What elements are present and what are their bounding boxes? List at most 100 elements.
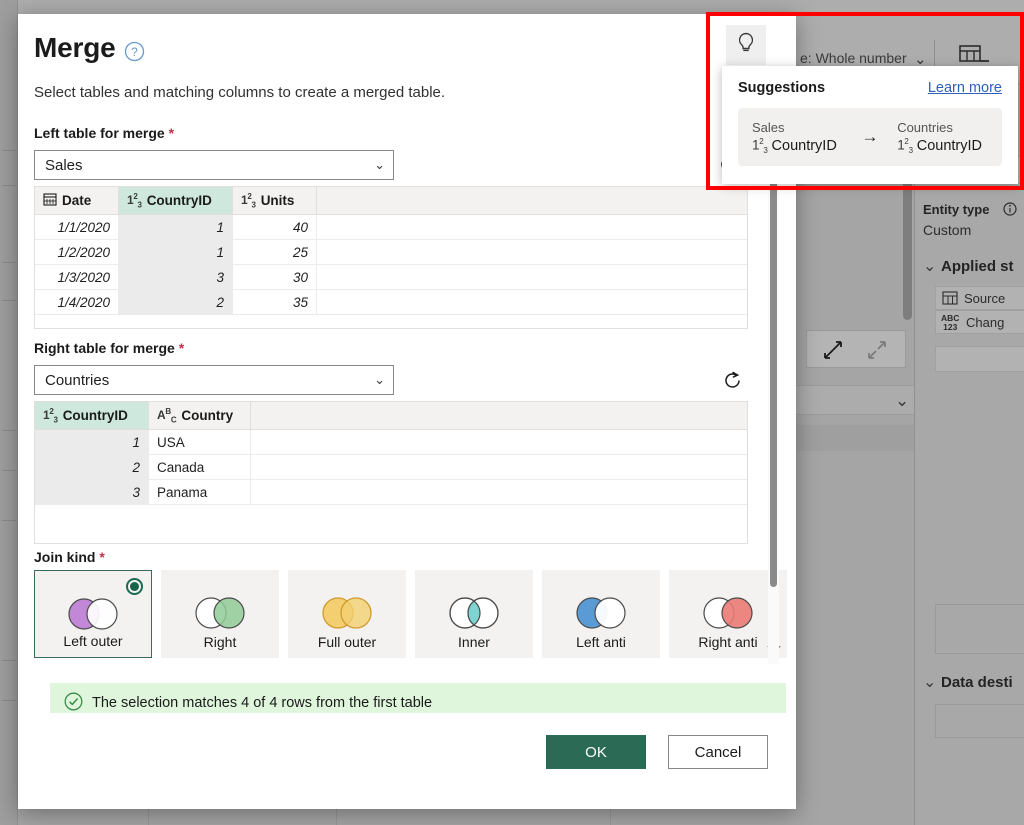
data-destination-collapse-chevron-icon[interactable]: ⌄ (923, 672, 936, 692)
table-row[interactable]: 2 Canada (35, 455, 747, 480)
cell-countryid: 3 (35, 480, 149, 504)
cell-filler (317, 290, 747, 314)
dialog-subtitle: Select tables and matching columns to cr… (34, 84, 445, 101)
status-banner: The selection matches 4 of 4 rows from t… (50, 683, 786, 713)
whole-number-icon: 123 (127, 192, 142, 209)
right-table-label: Right table for merge * (34, 340, 184, 356)
suggestion-left: Sales 123 CountryID (738, 119, 857, 155)
svg-text:?: ? (131, 45, 138, 59)
suggestions-title: Suggestions (738, 80, 825, 96)
table-row[interactable]: 1/1/2020 1 40 (35, 215, 747, 240)
lightbulb-icon (735, 31, 757, 60)
whole-number-icon: 123 (752, 137, 768, 155)
dialog-scrollbar-thumb[interactable] (770, 157, 777, 587)
whole-number-icon: 123 (241, 192, 256, 209)
cell-date: 1/3/2020 (35, 265, 119, 289)
table-row[interactable]: 3 Panama (35, 480, 747, 505)
cell-countryid: 1 (119, 215, 233, 239)
suggestion-item[interactable]: Sales 123 CountryID → Countries 123 Coun… (738, 108, 1002, 166)
join-option-left-anti[interactable]: Left anti (542, 570, 660, 658)
background-row-strip (790, 425, 920, 451)
background-view-buttons[interactable] (806, 330, 906, 368)
applied-step-source[interactable]: Source (935, 286, 1024, 310)
required-marker: * (99, 549, 104, 565)
venn-left-anti-icon (570, 596, 632, 635)
join-option-label: Left anti (576, 634, 626, 650)
column-header-units[interactable]: 123 Units (233, 187, 317, 214)
table-row[interactable]: 1/3/2020 3 30 (35, 265, 747, 290)
table-row[interactable]: 1/4/2020 2 35 (35, 290, 747, 315)
expand-icon[interactable] (865, 338, 889, 367)
join-kind-label-text: Join kind (34, 549, 95, 565)
whole-number-icon: 123 (43, 407, 58, 424)
join-option-right[interactable]: Right (161, 570, 279, 658)
cell-date: 1/2/2020 (35, 240, 119, 264)
suggestions-header: Suggestions Learn more (738, 80, 1002, 96)
column-header-filler (317, 187, 747, 214)
applied-step-placeholder (935, 346, 1024, 372)
background-collapsed-field[interactable]: ⌄ (790, 385, 920, 415)
right-table-label-text: Right table for merge (34, 340, 175, 356)
data-destination-field[interactable] (935, 704, 1024, 738)
cell-units: 30 (233, 265, 317, 289)
table-icon (942, 291, 958, 310)
cell-filler (251, 455, 747, 479)
cell-country: USA (149, 430, 251, 454)
right-table-dropdown[interactable]: Countries ⌄ (34, 365, 394, 395)
cell-country: Canada (149, 455, 251, 479)
collapse-icon[interactable] (821, 338, 845, 367)
applied-steps-collapse-chevron-icon[interactable]: ⌄ (923, 256, 936, 276)
venn-left-outer-icon (62, 597, 124, 636)
join-option-label: Inner (458, 634, 490, 650)
suggestion-right-column: 123 CountryID (897, 137, 1002, 155)
column-header-date[interactable]: Date (35, 187, 119, 214)
suggestion-left-column: 123 CountryID (752, 137, 857, 155)
column-header-label: Country (181, 408, 233, 423)
merge-dialog-body: Merge ? Select tables and matching colum… (18, 14, 796, 713)
left-table-dropdown[interactable]: Sales ⌄ (34, 150, 394, 180)
cell-date: 1/4/2020 (35, 290, 119, 314)
cell-countryid: 2 (119, 290, 233, 314)
ribbon-data-type-label: e: Whole number (800, 50, 907, 66)
ok-button[interactable]: OK (546, 735, 646, 769)
cell-countryid: 1 (35, 430, 149, 454)
page-title: Merge (34, 32, 115, 64)
question-circle-icon[interactable]: ? (124, 41, 145, 62)
text-type-icon: ABC (157, 407, 176, 424)
right-table-header-row: 123 CountryID ABC Country (35, 402, 747, 430)
chevron-down-icon: ⌄ (374, 372, 385, 388)
column-header-countryid[interactable]: 123 CountryID (35, 402, 149, 429)
left-table-header-row: Date 123 CountryID 123 Units (35, 187, 747, 215)
chevron-down-icon: ⌄ (374, 157, 385, 173)
join-option-inner[interactable]: Inner (415, 570, 533, 658)
column-header-countryid[interactable]: 123 CountryID (119, 187, 233, 214)
suggestion-right-column-label: CountryID (917, 138, 982, 154)
left-table-label-text: Left table for merge (34, 125, 165, 141)
join-option-label: Full outer (318, 634, 376, 650)
check-circle-icon (64, 692, 83, 714)
merge-dialog: Merge ? Select tables and matching colum… (18, 14, 796, 809)
cell-units: 35 (233, 290, 317, 314)
right-table-preview: 123 CountryID ABC Country 1 USA 2 (34, 401, 748, 544)
right-table-refresh-button[interactable] (718, 366, 746, 394)
info-icon[interactable] (1003, 202, 1017, 221)
background-chevron-down-icon: ⌄ (895, 391, 909, 411)
join-option-left-outer[interactable]: Left outer (34, 570, 152, 658)
column-header-country[interactable]: ABC Country (149, 402, 251, 429)
dialog-footer: OK Cancel (546, 735, 768, 769)
table-row[interactable]: 1 USA (35, 430, 747, 455)
applied-step-changed-type[interactable]: ABC123 Chang (935, 310, 1024, 334)
table-row[interactable]: 1/2/2020 1 25 (35, 240, 747, 265)
cell-date: 1/1/2020 (35, 215, 119, 239)
cell-filler (317, 265, 747, 289)
join-option-full-outer[interactable]: Full outer (288, 570, 406, 658)
entity-type-label: Entity type (923, 202, 989, 217)
right-table-selected-value: Countries (45, 372, 109, 389)
radio-selected-icon[interactable] (126, 578, 143, 595)
cell-filler (251, 430, 747, 454)
learn-more-link[interactable]: Learn more (928, 80, 1002, 96)
suggestions-button[interactable] (726, 25, 766, 65)
suggestion-right: Countries 123 CountryID (883, 119, 1002, 155)
join-option-label: Right anti (698, 634, 757, 650)
cancel-button[interactable]: Cancel (668, 735, 768, 769)
